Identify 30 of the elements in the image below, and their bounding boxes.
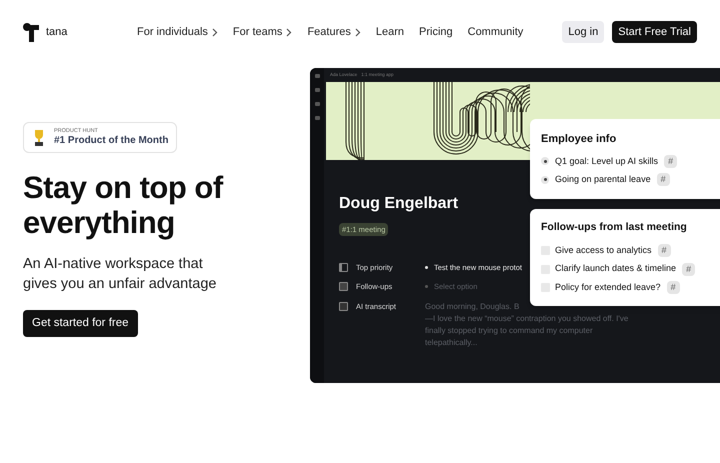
transcript-line: —I love the new “mouse” contraption you showed off. I've xyxy=(425,312,628,324)
nav-link[interactable]: Features xyxy=(307,24,361,40)
transcript-line: Good morning, Douglas. B xyxy=(425,300,520,312)
nav-link[interactable]: Learn xyxy=(376,24,404,40)
brand-name[interactable]: tana xyxy=(46,24,68,40)
card-title: Employee info xyxy=(541,132,618,147)
info-item: Going on parental leave xyxy=(555,173,651,186)
info-item: Q1 goal: Level up AI skills xyxy=(555,154,658,168)
tag[interactable]: # xyxy=(658,244,671,257)
followup-item: Policy for extended leave? xyxy=(555,280,661,294)
get-started-button[interactable]: Get started for free xyxy=(23,310,138,337)
nav-link[interactable]: For individuals xyxy=(137,24,218,40)
followup-item: Clarify launch dates & timeline xyxy=(555,262,676,276)
followup-item: Give access to analytics xyxy=(555,244,652,257)
page-title: Doug Engelbart xyxy=(339,194,460,214)
hero-subheading: An AI-native workspace that gives you an unfair advantage xyxy=(23,254,218,294)
badge-title: #1 Product of the Month xyxy=(54,135,168,147)
tag[interactable]: # xyxy=(664,154,678,168)
transcript-line: telepathically... xyxy=(425,336,478,348)
nav-link[interactable]: Community xyxy=(468,24,524,40)
nav-link[interactable]: For teams xyxy=(232,24,292,40)
start-trial-button[interactable]: Start Free Trial xyxy=(612,20,697,44)
transcript-line: finally stopped trying to command my computer xyxy=(425,324,594,336)
card-title: Follow-ups from last meeting xyxy=(541,220,688,235)
nav-link[interactable]: Pricing xyxy=(419,24,453,40)
tag[interactable]: # xyxy=(682,262,696,276)
login-button[interactable]: Log in xyxy=(562,20,604,44)
hero-heading: Stay on top of everything xyxy=(23,170,224,240)
tag[interactable]: # xyxy=(656,173,670,186)
tag[interactable]: # xyxy=(666,281,680,294)
